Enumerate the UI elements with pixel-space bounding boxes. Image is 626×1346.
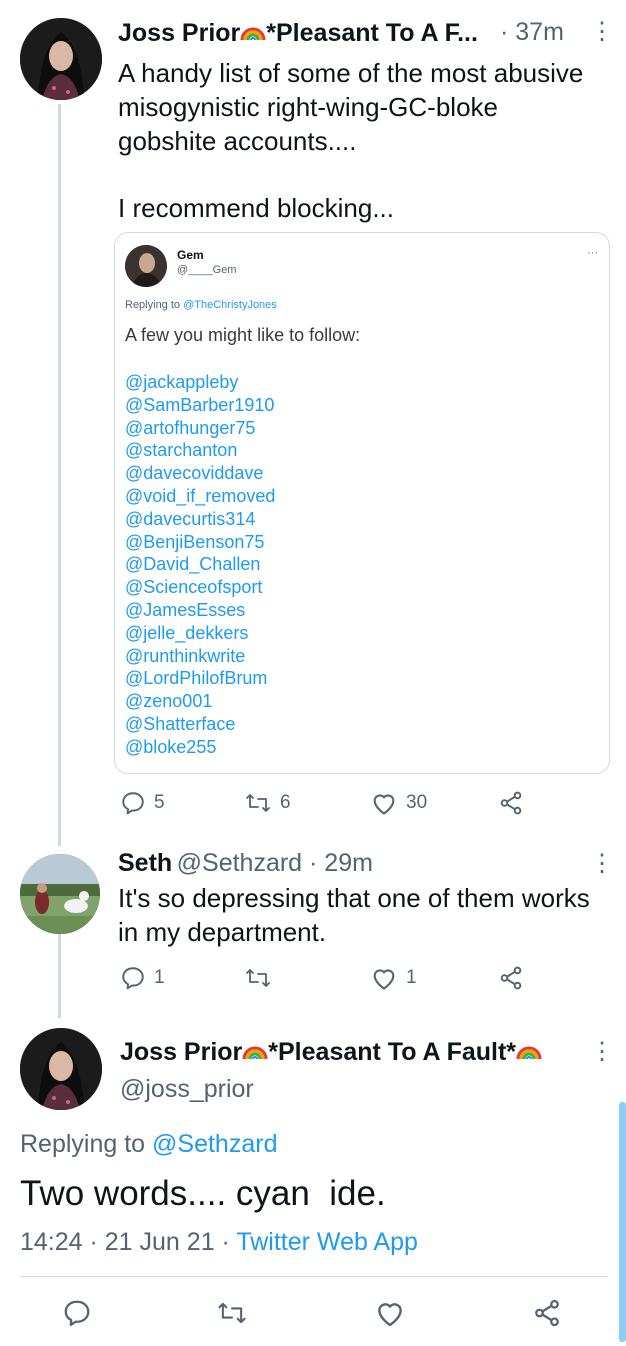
mention-link[interactable]: @jelle_dekkers <box>125 622 275 645</box>
mention-link[interactable]: @runthinkwrite <box>125 645 275 668</box>
rainbow-emoji-icon <box>240 18 266 44</box>
quoted-author-handle: @____Gem <box>177 264 237 276</box>
handle-time: @Sethzard · 29m <box>176 849 373 877</box>
reply-icon <box>122 967 144 990</box>
tweet-time: · 37m <box>500 18 564 46</box>
share-icon <box>535 1299 559 1327</box>
avatar[interactable] <box>20 18 102 100</box>
more-options-icon[interactable]: ⋮ <box>590 20 614 44</box>
quoted-avatar <box>125 245 167 287</box>
quoted-handle-list: @jackappleby @SamBarber1910 @artofhunger… <box>125 371 275 759</box>
like-button[interactable] <box>374 1298 406 1328</box>
author-name[interactable]: Seth <box>118 849 172 877</box>
share-button[interactable] <box>498 965 524 991</box>
retweet-icon <box>246 969 270 987</box>
thread-line <box>58 934 61 1018</box>
share-icon <box>500 966 522 990</box>
share-button[interactable] <box>532 1298 562 1328</box>
retweet-button[interactable] <box>216 1298 248 1328</box>
source-link[interactable]: Twitter Web App <box>236 1228 418 1256</box>
mention-link[interactable]: @starchanton <box>125 439 275 462</box>
heart-icon <box>373 969 395 990</box>
more-options-icon[interactable]: ⋮ <box>590 852 614 876</box>
share-button[interactable] <box>498 790 524 816</box>
tweet-text: It's so depressing that one of them work… <box>118 883 590 947</box>
retweet-icon <box>246 794 270 812</box>
author-name[interactable]: Joss Prior *Pleasant To A Fault* <box>120 1037 542 1067</box>
quoted-text: A few you might like to follow: <box>125 325 361 345</box>
mention-link[interactable]: @void_if_removed <box>125 485 275 508</box>
mention-link[interactable]: @Shatterface <box>125 713 275 736</box>
quoted-author-name: Gem <box>177 248 204 262</box>
like-button[interactable]: 30 <box>370 790 427 816</box>
mention-link[interactable]: @jackappleby <box>125 371 275 394</box>
reply-button[interactable]: 5 <box>120 790 165 816</box>
mention-link[interactable]: @SamBarber1910 <box>125 394 275 417</box>
mention-link[interactable]: @zeno001 <box>125 690 275 713</box>
avatar[interactable] <box>20 1028 102 1110</box>
reply-icon <box>64 1300 90 1326</box>
mention-link[interactable]: @davecurtis314 <box>125 508 275 531</box>
rainbow-emoji-icon <box>516 1037 542 1063</box>
author-line: Seth @Sethzard · 29m <box>118 849 373 878</box>
mention-link[interactable]: @BenjiBenson75 <box>125 531 275 554</box>
mention-link[interactable]: @David_Challen <box>125 553 275 576</box>
retweet-button[interactable]: 6 <box>244 790 291 816</box>
rainbow-emoji-icon <box>242 1037 268 1063</box>
scrollbar[interactable] <box>619 1102 626 1342</box>
author-name[interactable]: Joss Prior *Pleasant To A F... <box>118 18 478 48</box>
share-icon <box>500 791 522 815</box>
reply-button[interactable]: 1 <box>120 965 165 991</box>
mention-link[interactable]: @LordPhilofBrum <box>125 667 275 690</box>
retweet-button[interactable] <box>244 965 272 991</box>
tweet-timestamp: 14:24 · 21 Jun 21 · Twitter Web App <box>20 1228 418 1256</box>
quoted-tweet-card[interactable]: Gem @____Gem ··· Replying to @TheChristy… <box>114 232 610 774</box>
mention-link[interactable]: @artofhunger75 <box>125 417 275 440</box>
quoted-replying-to: Replying to @TheChristyJones <box>125 299 277 311</box>
reply-icon <box>122 792 144 815</box>
more-options-icon[interactable]: ⋮ <box>590 1040 614 1064</box>
tweet-text: A handy list of some of the most abusive… <box>118 58 584 156</box>
avatar[interactable] <box>20 854 100 934</box>
heart-icon <box>373 794 395 815</box>
divider <box>20 1276 608 1277</box>
like-button[interactable]: 1 <box>370 965 417 991</box>
reply-button[interactable] <box>62 1298 92 1328</box>
quoted-more-icon[interactable]: ··· <box>587 247 598 259</box>
mention-link[interactable]: @davecoviddave <box>125 462 275 485</box>
heart-icon <box>378 1303 402 1327</box>
mention-link[interactable]: @Scienceofsport <box>125 576 275 599</box>
replying-to: Replying to @Sethzard <box>20 1130 278 1158</box>
retweet-icon <box>218 1302 246 1324</box>
mention-link[interactable]: @bloke255 <box>125 736 275 759</box>
tweet-text: Two words.... cyan ide. <box>20 1174 386 1213</box>
thread-line <box>58 104 61 846</box>
author-handle[interactable]: @joss_prior <box>120 1075 254 1104</box>
mention-link[interactable]: @JamesEsses <box>125 599 275 622</box>
tweet-text-line: I recommend blocking... <box>118 193 395 223</box>
